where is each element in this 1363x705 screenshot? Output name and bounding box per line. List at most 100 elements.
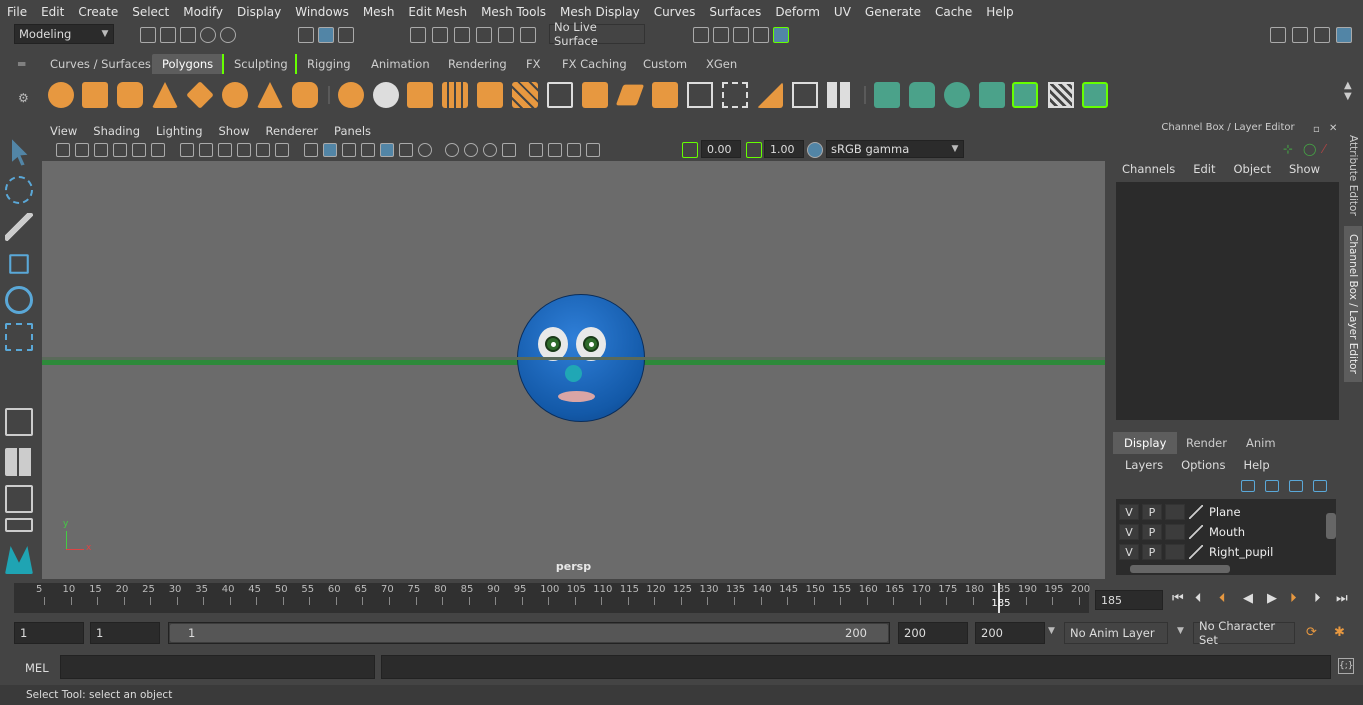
smooth-icon[interactable] <box>407 82 433 108</box>
layer-name[interactable]: Mouth <box>1209 525 1245 539</box>
channel-box-menu-object[interactable]: Object <box>1225 162 1280 180</box>
layer-visibility-toggle[interactable]: V <box>1119 504 1139 520</box>
viewport-menu-show[interactable]: Show <box>211 124 258 138</box>
smooth-shade-icon[interactable] <box>323 143 337 157</box>
left-eye[interactable] <box>538 327 568 361</box>
persp-outliner-icon[interactable] <box>5 485 33 513</box>
open-scene-icon[interactable] <box>160 27 176 43</box>
layer-name[interactable]: Plane <box>1209 505 1241 519</box>
anti-aliasing-icon[interactable] <box>483 143 497 157</box>
hypershade-icon[interactable] <box>773 27 789 43</box>
new-layer-selected-icon[interactable] <box>1313 480 1327 492</box>
nose[interactable] <box>565 365 582 382</box>
menu-windows[interactable]: Windows <box>288 5 356 19</box>
gamma-icon[interactable] <box>746 142 762 158</box>
viewport-menu-panels[interactable]: Panels <box>326 124 379 138</box>
colorspace-dropdown[interactable]: sRGB gamma ▼ <box>826 140 964 158</box>
viewport-menu-renderer[interactable]: Renderer <box>258 124 327 138</box>
cylindrical-map-icon[interactable] <box>909 82 935 108</box>
layout-icon[interactable] <box>5 518 33 532</box>
menu-edit[interactable]: Edit <box>34 5 71 19</box>
shelf-tab-polygons[interactable]: Polygons <box>152 54 224 74</box>
script-editor-icon[interactable]: {;} <box>1338 658 1354 674</box>
go-to-start-icon[interactable]: ⏮ <box>1172 591 1184 606</box>
four-view-icon[interactable] <box>5 448 33 476</box>
channel-box-toggle-icon[interactable] <box>1336 27 1352 43</box>
menu-generate[interactable]: Generate <box>858 5 928 19</box>
paint-select-tool-icon[interactable] <box>5 213 33 241</box>
bookmark-icon[interactable] <box>94 143 108 157</box>
screen-space-ao-icon[interactable] <box>445 143 459 157</box>
film-gate-icon[interactable] <box>199 143 213 157</box>
poly-cube-icon[interactable] <box>82 82 108 108</box>
modeling-toolkit-icon[interactable] <box>1270 27 1286 43</box>
target-weld-icon[interactable] <box>792 82 818 108</box>
isolate-select-icon[interactable] <box>529 143 543 157</box>
new-layer-icon[interactable] <box>1289 480 1303 492</box>
render-view-icon[interactable] <box>693 27 709 43</box>
render-frame-icon[interactable] <box>713 27 729 43</box>
menu-display[interactable]: Display <box>230 5 288 19</box>
select-tool-icon[interactable] <box>12 139 28 166</box>
shadows-icon[interactable] <box>418 143 432 157</box>
undo-icon[interactable] <box>200 27 216 43</box>
ipr-render-icon[interactable] <box>733 27 749 43</box>
automatic-map-icon[interactable] <box>979 82 1005 108</box>
exposure-field[interactable]: 0.00 <box>701 140 741 158</box>
layer-tab-display[interactable]: Display <box>1113 432 1178 454</box>
poly-torus-icon[interactable] <box>222 82 248 108</box>
layer-menu-help[interactable]: Help <box>1234 458 1278 476</box>
depth-of-field-icon[interactable] <box>502 143 516 157</box>
right-pupil[interactable] <box>583 336 599 352</box>
select-hierarchy-icon[interactable] <box>298 27 314 43</box>
combine-icon[interactable] <box>338 82 364 108</box>
camera-select-icon[interactable] <box>56 143 70 157</box>
new-scene-icon[interactable] <box>140 27 156 43</box>
color-management-icon[interactable] <box>807 142 823 158</box>
layer-display-type-toggle[interactable] <box>1165 524 1185 540</box>
insert-edge-loop-icon[interactable] <box>722 82 748 108</box>
menu-modify[interactable]: Modify <box>176 5 230 19</box>
layer-visibility-toggle[interactable]: V <box>1119 524 1139 540</box>
safe-action-icon[interactable] <box>275 143 289 157</box>
range-slider[interactable]: 1 200 <box>168 622 890 644</box>
menu-cache[interactable]: Cache <box>928 5 979 19</box>
layer-playback-toggle[interactable]: P <box>1142 524 1162 540</box>
grid-icon[interactable] <box>180 143 194 157</box>
step-back-frame-icon[interactable]: ⏴ <box>1195 591 1202 606</box>
menu-uv[interactable]: UV <box>827 5 858 19</box>
menu-deform[interactable]: Deform <box>768 5 827 19</box>
shelf-tab-sculpting[interactable]: Sculpting <box>222 54 298 74</box>
channel-list[interactable] <box>1116 182 1339 420</box>
wireframe-icon[interactable] <box>304 143 318 157</box>
character-set-dropdown[interactable]: No Character Set <box>1193 619 1295 647</box>
scale-channels-icon[interactable]: ⁄ <box>1323 142 1325 156</box>
poly-sphere-icon[interactable] <box>48 82 74 108</box>
snap-point-icon[interactable] <box>454 27 470 43</box>
layer-color-icon[interactable] <box>1189 545 1203 559</box>
chevron-down-icon[interactable]: ▼ <box>1177 626 1184 636</box>
shelf-tab-curves-surfaces[interactable]: Curves / Surfaces <box>40 54 161 74</box>
playback-start-field[interactable]: 1 <box>90 622 160 644</box>
preferences-icon[interactable]: ✱ <box>1334 625 1345 640</box>
layer-color-icon[interactable] <box>1189 505 1203 519</box>
mode-dropdown[interactable]: Modeling ▼ <box>14 24 114 44</box>
transform-icon[interactable]: ⊹ <box>1283 142 1293 156</box>
exposure-icon[interactable] <box>682 142 698 158</box>
layer-tab-anim[interactable]: Anim <box>1235 432 1287 454</box>
move-tool-icon[interactable] <box>9 254 29 274</box>
xray-icon[interactable] <box>361 143 375 157</box>
viewport-menu-lighting[interactable]: Lighting <box>148 124 210 138</box>
poly-cone-icon[interactable] <box>152 82 178 108</box>
menu-file[interactable]: File <box>0 5 34 19</box>
rotate-tool-icon[interactable] <box>5 286 33 314</box>
gamma-field[interactable]: 1.00 <box>764 140 804 158</box>
poly-cylinder-icon[interactable] <box>117 82 143 108</box>
menu-mesh-tools[interactable]: Mesh Tools <box>474 5 553 19</box>
use-all-lights-icon[interactable] <box>399 143 413 157</box>
layer-playback-toggle[interactable]: P <box>1142 504 1162 520</box>
single-perspective-icon[interactable] <box>5 408 33 436</box>
tool-settings-icon[interactable] <box>1314 27 1330 43</box>
append-icon[interactable] <box>687 82 713 108</box>
snap-curve-icon[interactable] <box>432 27 448 43</box>
